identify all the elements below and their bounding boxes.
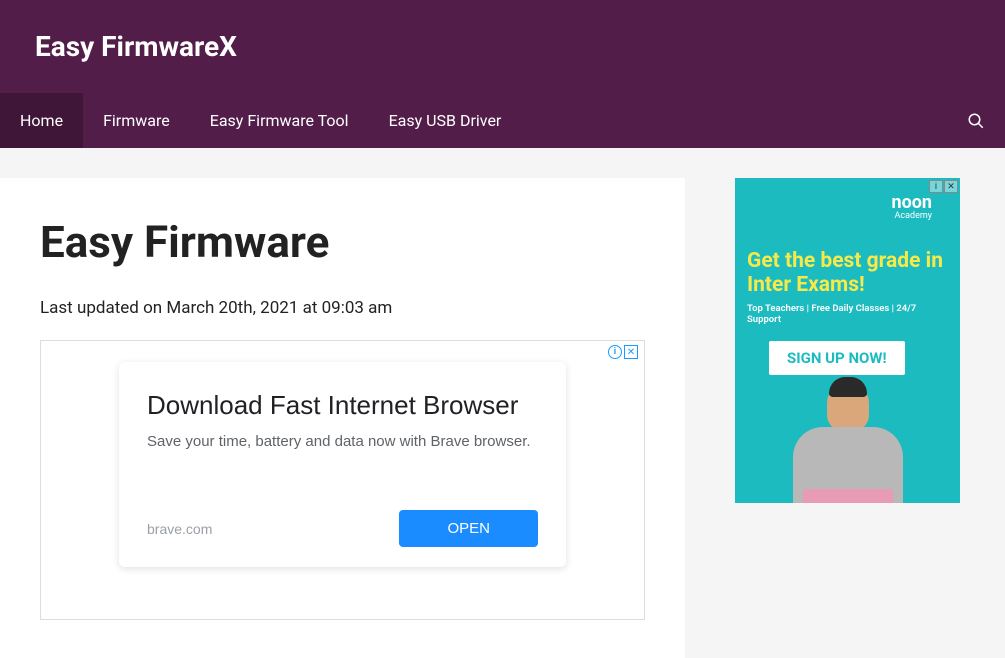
ad-info-icon[interactable]: i xyxy=(608,345,622,359)
ad-open-button[interactable]: OPEN xyxy=(399,510,538,547)
sidebar-ad[interactable]: i ✕ noon Academy Get the best grade in I… xyxy=(735,178,960,503)
page-title: Easy Firmware xyxy=(40,216,645,268)
sidebar-ad-headline: Get the best grade in Inter Exams! xyxy=(747,249,948,297)
main-content: Easy Firmware Last updated on March 20th… xyxy=(0,178,685,658)
sidebar: i ✕ noon Academy Get the best grade in I… xyxy=(715,178,995,658)
search-icon xyxy=(967,112,985,130)
ad-person-image xyxy=(783,383,913,503)
ad-brand-sub: Academy xyxy=(747,211,948,221)
search-button[interactable] xyxy=(947,94,1005,148)
site-header: Easy FirmwareX xyxy=(0,0,1005,93)
ad-domain: brave.com xyxy=(147,521,212,537)
sidebar-ad-signup-button[interactable]: SIGN UP NOW! xyxy=(769,341,905,375)
main-nav: Home Firmware Easy Firmware Tool Easy US… xyxy=(0,93,1005,148)
ad-info-icon[interactable]: i xyxy=(929,180,943,193)
ad-description: Save your time, battery and data now wit… xyxy=(147,433,538,450)
nav-item-firmware[interactable]: Firmware xyxy=(83,93,190,148)
nav-item-easy-firmware-tool[interactable]: Easy Firmware Tool xyxy=(190,93,369,148)
sidebar-ad-badge: i ✕ xyxy=(929,180,958,193)
nav-item-home[interactable]: Home xyxy=(0,93,83,148)
ad-badge: i ✕ xyxy=(608,345,638,359)
content-container: Easy Firmware Last updated on March 20th… xyxy=(0,148,1005,658)
ad-brand-logo: noon xyxy=(747,190,948,213)
sidebar-ad-subtext: Top Teachers | Free Daily Classes | 24/7… xyxy=(747,303,948,325)
site-title[interactable]: Easy FirmwareX xyxy=(35,30,970,63)
ad-close-icon[interactable]: ✕ xyxy=(944,180,958,193)
ad-close-icon[interactable]: ✕ xyxy=(624,345,638,359)
ad-card[interactable]: Download Fast Internet Browser Save your… xyxy=(119,362,566,567)
last-updated-text: Last updated on March 20th, 2021 at 09:0… xyxy=(40,298,645,318)
main-ad-container: i ✕ Download Fast Internet Browser Save … xyxy=(40,340,645,620)
ad-title: Download Fast Internet Browser xyxy=(147,390,538,421)
nav-item-easy-usb-driver[interactable]: Easy USB Driver xyxy=(369,93,522,148)
